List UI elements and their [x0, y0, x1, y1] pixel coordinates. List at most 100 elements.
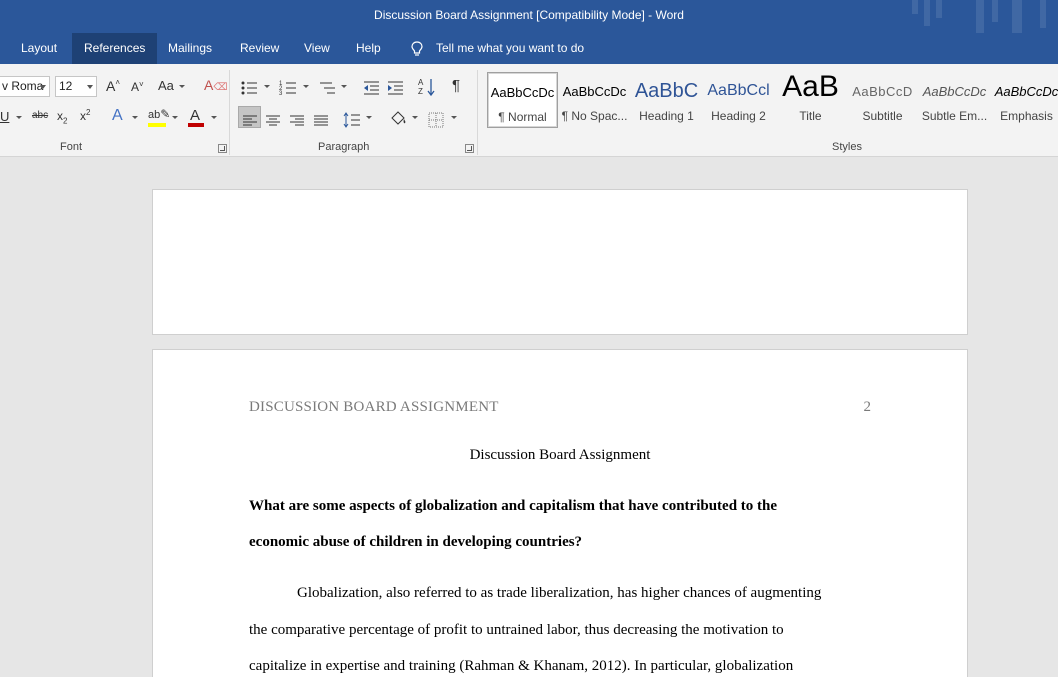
paragraph-group-label: Paragraph: [318, 141, 370, 153]
font-dialog-launcher[interactable]: [218, 144, 227, 153]
style-sample: AaBbCcDc: [922, 84, 987, 99]
chevron-down-icon[interactable]: [366, 116, 372, 119]
style-sample: AaBbCcD: [852, 84, 913, 99]
running-header: DISCUSSION BOARD ASSIGNMENT: [249, 399, 499, 415]
style-name: Heading 2: [711, 109, 766, 123]
window-title: Discussion Board Assignment [Compatibili…: [374, 8, 684, 22]
style-name: ¶ No Spac...: [561, 109, 628, 123]
tab-layout[interactable]: Layout: [9, 33, 69, 64]
chevron-down-icon[interactable]: [412, 116, 418, 119]
svg-text:A: A: [418, 78, 424, 87]
change-case-label: Aa: [158, 78, 174, 93]
question-line: economic abuse of children in developing…: [249, 534, 583, 550]
numbering-icon[interactable]: 123: [279, 77, 297, 99]
style-subtitle[interactable]: AaBbCcD Subtitle: [847, 72, 918, 128]
font-size-combo[interactable]: 12: [55, 76, 97, 97]
chevron-down-icon[interactable]: [16, 116, 22, 119]
body-line: the comparative percentage of profit to …: [249, 622, 784, 638]
group-separator: [477, 70, 478, 155]
document-canvas[interactable]: DISCUSSION BOARD ASSIGNMENT 2 Discussion…: [0, 158, 1058, 677]
font-group-label: Font: [60, 141, 83, 153]
align-right-icon[interactable]: [289, 110, 305, 132]
style-sample: AaB: [782, 72, 839, 103]
superscript-icon[interactable]: x2: [80, 109, 90, 123]
chevron-down-icon[interactable]: [303, 85, 309, 88]
bullets-icon[interactable]: [240, 77, 258, 99]
body-line: capitalize in expertise and training (Ra…: [249, 658, 794, 674]
page-number: 2: [863, 399, 872, 415]
chevron-down-icon[interactable]: [132, 116, 138, 119]
chevron-down-icon[interactable]: [172, 116, 178, 119]
style-sample: AaBbC: [634, 80, 699, 102]
grow-font-icon[interactable]: A˄: [106, 79, 120, 94]
styles-group-label: Styles: [832, 141, 862, 153]
tab-review[interactable]: Review: [228, 33, 291, 64]
shading-icon[interactable]: [388, 108, 408, 130]
increase-indent-icon[interactable]: [386, 77, 404, 99]
tab-references[interactable]: References: [72, 33, 158, 64]
line-spacing-icon[interactable]: [343, 109, 361, 131]
style-sample: AaBbCcDc: [562, 84, 627, 99]
highlight-icon[interactable]: ab✎: [148, 108, 170, 121]
chevron-down-icon[interactable]: [451, 116, 457, 119]
underline-icon[interactable]: U: [0, 110, 9, 123]
style-normal[interactable]: AaBbCcDc ¶ Normal: [487, 72, 558, 128]
chevron-down-icon: [40, 85, 46, 89]
shrink-font-icon[interactable]: A˅: [131, 81, 144, 94]
tab-help[interactable]: Help: [344, 33, 393, 64]
tab-mailings[interactable]: Mailings: [156, 33, 224, 64]
page-1-bottom[interactable]: [152, 189, 968, 335]
style-name: Subtle Em...: [921, 109, 988, 123]
svg-text:Z: Z: [418, 87, 423, 96]
ribbon: v Roma 12 A˄ A˅ Aa A⌫ U abc x2 x2 A ab✎ …: [0, 64, 1058, 157]
lightbulb-icon: [411, 41, 423, 56]
group-separator: [229, 70, 230, 155]
ribbon-tabs: Layout References Mailings Review View H…: [0, 33, 1058, 64]
paragraph-dialog-launcher[interactable]: [465, 144, 474, 153]
highlight-color-swatch: [148, 123, 166, 127]
chevron-down-icon: [87, 85, 93, 89]
chevron-down-icon[interactable]: [341, 85, 347, 88]
style-subtle-emphasis[interactable]: AaBbCcDc Subtle Em...: [919, 72, 990, 128]
font-color-swatch: [188, 123, 204, 127]
style-heading-1[interactable]: AaBbC Heading 1: [631, 72, 702, 128]
svg-text:3: 3: [279, 91, 283, 97]
title-bar: Discussion Board Assignment [Compatibili…: [0, 0, 1058, 33]
style-sample: AaBbCcDc: [994, 84, 1058, 99]
align-center-icon[interactable]: [265, 110, 281, 132]
font-color-icon[interactable]: A: [190, 108, 200, 123]
subscript-icon[interactable]: x2: [57, 110, 67, 125]
clear-formatting-icon[interactable]: A⌫: [204, 78, 227, 93]
page-2[interactable]: DISCUSSION BOARD ASSIGNMENT 2 Discussion…: [152, 349, 968, 677]
multilevel-list-icon[interactable]: [318, 77, 336, 99]
style-heading-2[interactable]: AaBbCcl Heading 2: [703, 72, 774, 128]
justify-icon[interactable]: [313, 110, 329, 132]
sort-icon[interactable]: AZ: [418, 76, 436, 98]
style-name: ¶ Normal: [498, 110, 547, 124]
style-name: Heading 1: [639, 109, 694, 123]
tell-me-text: Tell me what you want to do: [436, 41, 585, 55]
style-name: Emphasis: [1000, 109, 1053, 123]
align-left-icon: [243, 115, 257, 126]
style-emphasis[interactable]: AaBbCcDc Emphasis: [991, 72, 1058, 128]
style-name: Title: [799, 109, 822, 123]
body-line: Globalization, also referred to as trade…: [297, 585, 822, 601]
change-case-button[interactable]: Aa: [158, 79, 174, 92]
chevron-down-icon[interactable]: [211, 116, 217, 119]
decrease-indent-icon[interactable]: [362, 77, 380, 99]
tab-view[interactable]: View: [292, 33, 342, 64]
chevron-down-icon[interactable]: [264, 85, 270, 88]
borders-icon[interactable]: [428, 109, 444, 131]
font-name-combo[interactable]: v Roma: [0, 76, 50, 97]
style-no-spacing[interactable]: AaBbCcDc ¶ No Spac...: [559, 72, 630, 128]
style-title[interactable]: AaB Title: [775, 72, 846, 128]
style-sample: AaBbCcDc: [490, 85, 555, 100]
style-sample: AaBbCcl: [707, 82, 770, 99]
show-formatting-marks-icon[interactable]: ¶: [452, 78, 460, 93]
chevron-down-icon[interactable]: [179, 85, 185, 88]
strikethrough-icon[interactable]: abc: [32, 111, 48, 121]
font-name-value: v Roma: [2, 79, 44, 93]
font-size-value: 12: [59, 79, 73, 93]
text-effects-icon[interactable]: A: [112, 108, 123, 124]
style-name: Subtitle: [862, 109, 903, 123]
